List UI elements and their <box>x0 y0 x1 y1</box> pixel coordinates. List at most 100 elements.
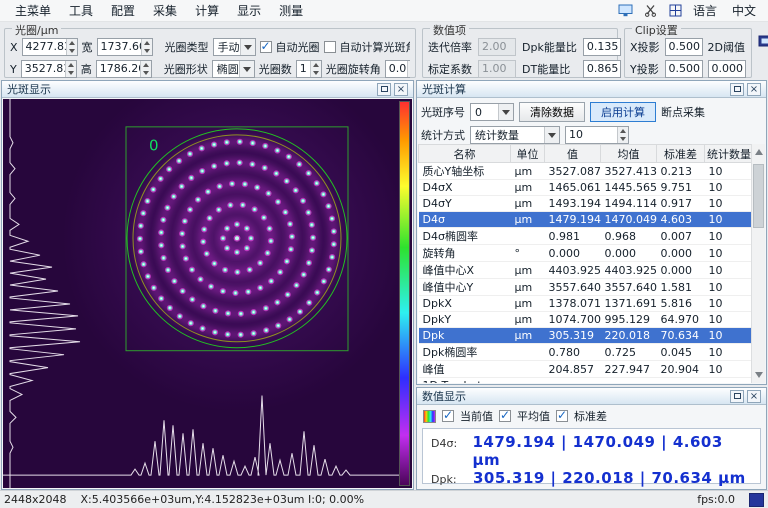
table-row[interactable]: 旋转角 ° 0.000 0.000 0.000 10 <box>418 244 753 262</box>
numeric-field-input[interactable]: 1.00 <box>478 60 516 78</box>
table-header-cell[interactable]: 单位 <box>510 144 545 163</box>
spot-index-select[interactable]: 0 <box>470 103 514 121</box>
close-icon[interactable]: × <box>747 389 761 403</box>
table-cell: ° <box>510 244 545 262</box>
table-row[interactable]: 峰值中心Y μm 3557.640 3557.640 1.581 10 <box>418 278 753 296</box>
close-icon[interactable]: × <box>747 82 761 96</box>
corner-button[interactable] <box>749 492 764 507</box>
spot-image[interactable]: 0 <box>3 99 412 488</box>
numeric-field-input[interactable]: 0.135 <box>582 38 621 56</box>
table-row[interactable]: D4σX μm 1465.061 1445.565 9.751 10 <box>418 179 753 196</box>
capture-icon[interactable] <box>758 34 768 48</box>
aperture-height-input[interactable]: 1786.20 <box>95 60 152 78</box>
resolution-label: 2448x2048 <box>4 493 67 506</box>
calc-controls: 光斑序号 0 清除数据 启用计算 断点采集 统计方式 统计数量 10 <box>417 98 766 146</box>
table-header-cell[interactable]: 值 <box>544 144 601 163</box>
numeric-group: 数值项 迭代倍率 2.00 Dpk能量比 0.135 标定系数 1.00 DT能量比 0.86… <box>422 22 621 78</box>
palette-icon[interactable] <box>423 409 436 423</box>
readout-checkbox[interactable] <box>442 408 454 422</box>
toolbar: 光圈/μm X 4277.83 宽 1737.60 光圈类型 手动 自动光圈 自… <box>0 22 768 80</box>
menu-item[interactable]: 采集 <box>144 0 186 22</box>
spot-display-titlebar: 光斑显示 × <box>2 81 413 98</box>
readout-checkbox[interactable] <box>499 408 511 422</box>
table-row[interactable]: 1D Top hat <box>418 377 753 383</box>
table-cell: 0.725 <box>600 343 657 361</box>
table-row[interactable]: D4σ μm 1479.194 1470.049 4.603 10 <box>418 211 753 228</box>
table-row[interactable]: 质心Y轴坐标 μm 3527.087 3527.413 0.213 10 <box>418 162 753 180</box>
table-cell: 0.968 <box>600 227 657 245</box>
monitor-icon[interactable] <box>618 4 634 18</box>
table-header-cell[interactable]: 统计数量 <box>704 144 753 163</box>
float-icon[interactable] <box>730 82 744 96</box>
menu-item[interactable]: 计算 <box>186 0 228 22</box>
table-header-cell[interactable]: 标准差 <box>656 144 705 163</box>
scissors-icon[interactable] <box>643 4 659 18</box>
x-projection-input[interactable]: 0.500 <box>664 38 703 56</box>
language-select[interactable]: 中文 <box>726 1 762 20</box>
auto-angle-checkbox[interactable] <box>323 41 336 53</box>
colorbar <box>399 101 410 486</box>
table-row[interactable]: Dpk μm 305.319 220.018 70.634 10 <box>418 327 753 344</box>
scrollbar-thumb[interactable] <box>753 164 764 228</box>
table-scrollbar[interactable] <box>751 144 765 383</box>
clear-data-button[interactable]: 清除数据 <box>519 102 585 122</box>
menu-item[interactable]: 测量 <box>270 0 312 22</box>
readout-checkbox[interactable] <box>556 408 568 422</box>
readout-row-value: 1479.194 | 1470.049 | 4.603 μm <box>472 433 723 469</box>
menu-item[interactable]: 工具 <box>60 0 102 22</box>
aperture-type-select[interactable]: 手动 <box>212 38 256 56</box>
table-header-cell[interactable]: 均值 <box>600 144 657 163</box>
table-cell: 3557.640 <box>544 278 601 296</box>
aperture-type-label: 光圈类型 <box>164 41 209 54</box>
menu-item[interactable]: 显示 <box>228 0 270 22</box>
2d-threshold-label: 2D阈值 <box>707 41 746 54</box>
enable-calc-button[interactable]: 启用计算 <box>590 102 656 122</box>
aperture-y-input[interactable]: 3527.83 <box>20 60 77 78</box>
table-cell: 10 <box>704 360 753 378</box>
aperture-x-input[interactable]: 4277.83 <box>21 38 78 56</box>
auto-aperture-checkbox[interactable] <box>259 39 272 53</box>
menu-item[interactable]: 配置 <box>102 0 144 22</box>
table-row[interactable]: D4σ椭圆率 0.981 0.968 0.007 10 <box>418 227 753 245</box>
numeric-field-input[interactable]: 2.00 <box>478 38 516 56</box>
aperture-width-input[interactable]: 1737.60 <box>96 38 153 56</box>
readout-row: D4σ: 1479.194 | 1470.049 | 4.603 μm <box>431 433 752 469</box>
table-row[interactable]: Dpk椭圆率 0.780 0.725 0.045 10 <box>418 343 753 361</box>
x-projection-label: X投影 <box>630 41 660 54</box>
aperture-shape-select[interactable]: 椭圆 <box>211 60 255 78</box>
numeric-field-label: DT能量比 <box>522 63 571 76</box>
table-cell: 10 <box>704 261 753 279</box>
table-cell: 5.816 <box>656 295 705 312</box>
close-icon[interactable]: × <box>394 82 408 96</box>
table-cell: D4σ <box>418 211 511 228</box>
stats-count-input[interactable]: 10 <box>565 126 629 144</box>
y-projection-input[interactable]: 0.500 <box>664 60 703 78</box>
float-icon[interactable] <box>730 389 744 403</box>
aperture-rotation-input[interactable]: 0.00 <box>384 60 410 78</box>
2d-threshold-input[interactable]: 0.000 <box>707 60 746 78</box>
table-row[interactable]: DpkY μm 1074.700 995.129 64.970 10 <box>418 311 753 328</box>
grid-icon[interactable] <box>668 4 684 18</box>
beam-spot-graphic: 0 <box>3 99 399 488</box>
numeric-field-input[interactable]: 0.865 <box>582 60 621 78</box>
breakpoint-capture-button[interactable]: 断点采集 <box>661 104 705 120</box>
table-header-cell[interactable]: 名称 <box>418 144 511 163</box>
table-cell: 1493.194 <box>544 195 601 212</box>
table-cell: 0.917 <box>656 195 705 212</box>
aperture-count-input[interactable]: 1 <box>295 60 322 78</box>
stats-mode-select[interactable]: 统计数量 <box>470 126 560 144</box>
readout-row-label: D4σ: <box>431 437 458 450</box>
table-row[interactable]: DpkX μm 1378.071 1371.691 5.816 10 <box>418 295 753 312</box>
table-cell: 10 <box>704 179 753 196</box>
table-row[interactable]: 峰值 204.857 227.947 20.904 10 <box>418 360 753 378</box>
table-cell: μm <box>510 195 545 212</box>
menu-bar-right: 语言 中文 <box>618 1 762 20</box>
table-row[interactable]: 峰值中心X μm 4403.925 4403.925 0.000 10 <box>418 261 753 279</box>
table-row[interactable]: D4σY μm 1493.194 1494.114 0.917 10 <box>418 195 753 212</box>
chevron-down-icon <box>498 104 513 120</box>
float-icon[interactable] <box>377 82 391 96</box>
menu-item[interactable]: 主菜单 <box>6 0 60 22</box>
table-cell: 1371.691 <box>600 295 657 312</box>
auto-aperture-label: 自动光圈 <box>275 41 320 54</box>
table-cell: 3527.087 <box>544 162 601 180</box>
